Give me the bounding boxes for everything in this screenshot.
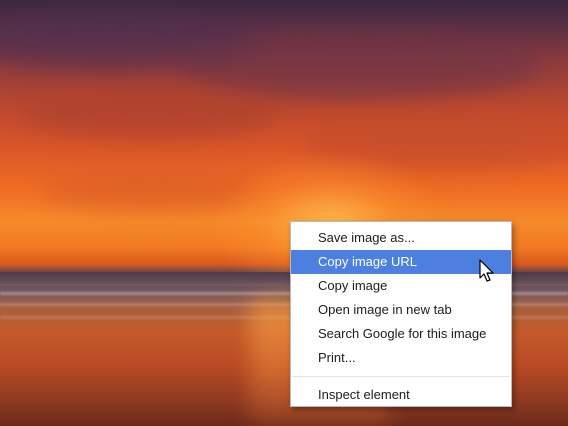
arrow-cursor-icon <box>479 259 494 282</box>
menu-item-open-image-in-new-tab[interactable]: Open image in new tab <box>291 298 511 322</box>
sunset-background-image[interactable]: Save image as... Copy image URL Copy ima… <box>0 0 568 426</box>
cloud-shape <box>20 90 280 140</box>
menu-item-copy-image[interactable]: Copy image <box>291 274 511 298</box>
cloud-shape <box>180 30 540 100</box>
menu-item-inspect-element[interactable]: Inspect element <box>291 383 511 407</box>
menu-item-copy-image-url[interactable]: Copy image URL <box>291 250 511 274</box>
menu-item-print[interactable]: Print... <box>291 346 511 370</box>
menu-item-search-google-for-this-image[interactable]: Search Google for this image <box>291 322 511 346</box>
menu-item-save-image-as[interactable]: Save image as... <box>291 226 511 250</box>
context-menu: Save image as... Copy image URL Copy ima… <box>290 221 512 407</box>
menu-separator <box>292 376 510 377</box>
